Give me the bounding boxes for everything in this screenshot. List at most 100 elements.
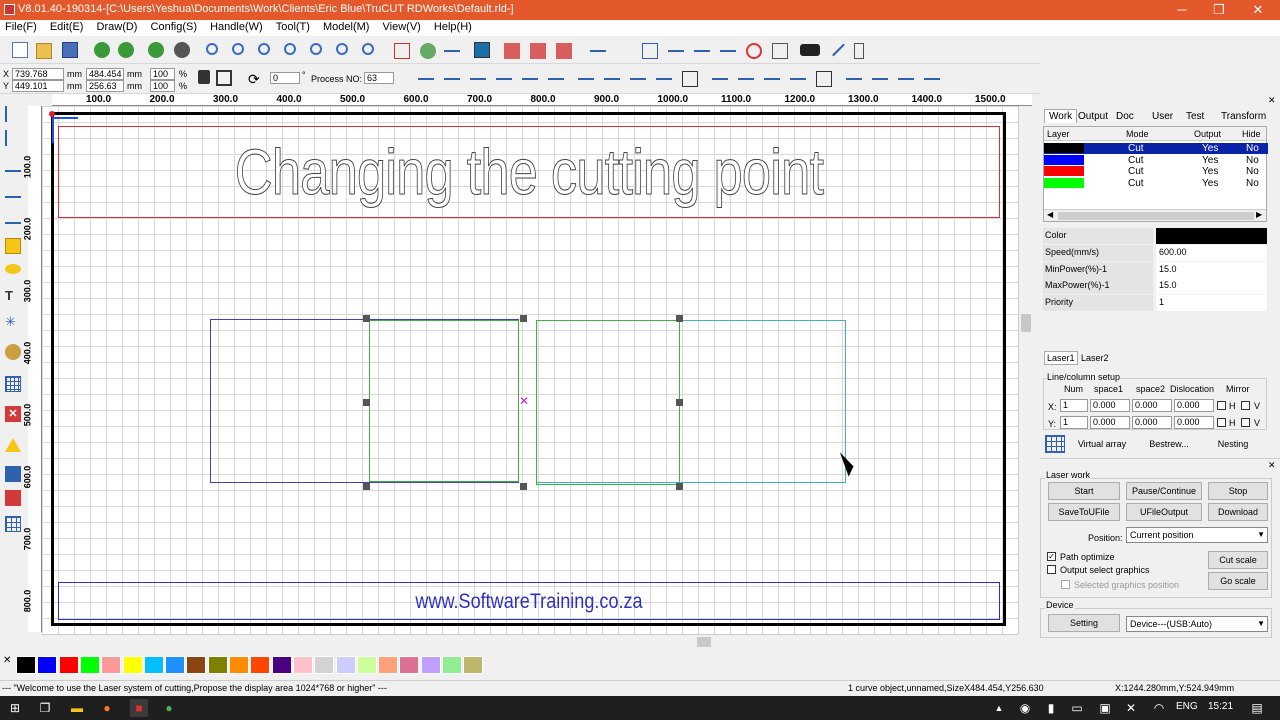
curve-smooth-icon[interactable]: [590, 43, 606, 52]
output-select-checkbox[interactable]: [1047, 565, 1056, 574]
zoom-in-icon[interactable]: [232, 43, 244, 55]
move-bottom-right-icon[interactable]: [764, 71, 780, 80]
menu-config[interactable]: Config(S): [146, 20, 202, 34]
property-value[interactable]: [1156, 228, 1267, 244]
x-space1-field[interactable]: 0.000: [1090, 399, 1130, 412]
align-right-icon[interactable]: [444, 71, 460, 80]
palette-swatch[interactable]: [442, 656, 462, 674]
device-select[interactable]: Device---(USB:Auto) ▼: [1126, 616, 1268, 632]
property-value[interactable]: 600.00: [1156, 244, 1267, 261]
tray-language[interactable]: ENG: [1176, 701, 1198, 712]
zoom-page-icon[interactable]: [310, 43, 322, 55]
download-button[interactable]: Download: [1208, 503, 1268, 521]
menu-tool[interactable]: Tool(T): [271, 20, 315, 34]
y-dislocation-field[interactable]: 0.000: [1174, 416, 1214, 429]
x-space2-field[interactable]: 0.000: [1132, 399, 1172, 412]
selection-handle[interactable]: [363, 483, 370, 490]
rectangle-tool-icon[interactable]: [642, 43, 658, 59]
palette-swatch[interactable]: [314, 656, 335, 674]
image-tool-icon[interactable]: [5, 344, 21, 360]
tray-clock[interactable]: 15:21: [1208, 701, 1233, 712]
panel-close-icon[interactable]: ✕: [1268, 95, 1276, 106]
monitor-icon[interactable]: [474, 42, 490, 58]
zoom-all-icon[interactable]: [362, 43, 374, 55]
chrome-icon[interactable]: ●: [160, 699, 178, 717]
delete-icon[interactable]: ✕: [5, 406, 21, 422]
zoom-fit-icon[interactable]: [284, 43, 296, 55]
scroll-right-icon[interactable]: ▶: [1256, 210, 1262, 219]
tab-doc[interactable]: Doc: [1116, 111, 1134, 122]
tray-volume-icon[interactable]: ✕: [1122, 699, 1140, 717]
lock-icon[interactable]: [198, 70, 210, 84]
layer-row[interactable]: Cut Yes No: [1044, 154, 1268, 166]
property-value[interactable]: 1: [1156, 295, 1267, 312]
layer-row[interactable]: Cut Yes No: [1044, 166, 1268, 177]
task-view-icon[interactable]: ❐: [36, 699, 54, 717]
rotate-icon[interactable]: ⟳: [248, 71, 260, 88]
tab-user[interactable]: User: [1152, 111, 1173, 122]
ufile-output-button[interactable]: UFileOutput: [1126, 503, 1202, 521]
palette-swatch[interactable]: [335, 656, 356, 674]
rotation-field[interactable]: 0: [270, 72, 300, 84]
go-scale-button[interactable]: Go scale: [1208, 572, 1268, 590]
firefox-icon[interactable]: ●: [98, 699, 116, 717]
new-file-icon[interactable]: [12, 42, 28, 58]
width-field[interactable]: 484.454: [86, 68, 124, 80]
path-optimize-checkbox[interactable]: ✓: [1047, 552, 1056, 561]
move-top-left-icon[interactable]: [712, 71, 728, 80]
mirror-h-icon[interactable]: [5, 438, 21, 452]
tray-wifi-icon[interactable]: ◠: [1150, 699, 1168, 717]
start-button[interactable]: Start: [1048, 482, 1120, 500]
setting-button[interactable]: Setting: [1048, 614, 1120, 632]
ellipse-icon[interactable]: [5, 264, 21, 274]
palette-swatch[interactable]: [271, 656, 292, 674]
process-number-field[interactable]: 63: [364, 72, 394, 84]
virtual-array-button[interactable]: Virtual array: [1072, 436, 1132, 454]
bestrew-button[interactable]: Bestrew...: [1140, 436, 1198, 454]
selection-handle[interactable]: [676, 483, 683, 490]
palette-close-icon[interactable]: ✕: [3, 655, 11, 666]
undo-icon[interactable]: [148, 42, 164, 58]
layer-mode-cell[interactable]: Cut: [1128, 143, 1144, 154]
menu-edit[interactable]: Edit(E): [45, 20, 89, 34]
palette-swatch[interactable]: [207, 656, 228, 674]
layer-output-cell[interactable]: Yes: [1202, 143, 1218, 154]
x-dislocation-field[interactable]: 0.000: [1174, 399, 1214, 412]
vertical-scrollbar[interactable]: [1018, 106, 1032, 634]
tray-usb-icon[interactable]: ▮: [1042, 699, 1060, 717]
layer-output-cell[interactable]: Yes: [1202, 166, 1218, 177]
layer-list-scroll-thumb[interactable]: [1058, 212, 1254, 220]
palette-swatch[interactable]: [229, 656, 249, 674]
save-icon[interactable]: [62, 42, 78, 58]
file-explorer-icon[interactable]: ▬: [68, 699, 86, 717]
layer-output-cell[interactable]: Yes: [1202, 178, 1218, 189]
horizontal-scroll-thumb[interactable]: [697, 637, 711, 647]
layer-output-cell[interactable]: Yes: [1202, 155, 1218, 166]
tab-output[interactable]: Output: [1078, 111, 1108, 122]
menu-handle[interactable]: Handle(W): [205, 20, 268, 34]
drawing-canvas[interactable]: Changing the cutting point www.SoftwareT…: [42, 106, 1018, 634]
select-tool-icon[interactable]: [5, 106, 21, 122]
layer-mode-cell[interactable]: Cut: [1128, 178, 1144, 189]
palette-swatch[interactable]: [37, 656, 58, 674]
action-center-icon[interactable]: ▤: [1248, 699, 1266, 717]
rdworks-icon[interactable]: ■: [130, 699, 148, 717]
point-tool-icon[interactable]: ✳: [5, 314, 21, 330]
tray-battery-icon[interactable]: ▭: [1068, 699, 1086, 717]
tray-up-arrow-icon[interactable]: ▲: [990, 699, 1008, 717]
selection-handle[interactable]: [363, 399, 370, 406]
combine-icon[interactable]: [556, 43, 572, 59]
align-bottom-icon[interactable]: [496, 71, 512, 80]
layer-hide-cell[interactable]: No: [1246, 155, 1259, 166]
green-rectangle-left[interactable]: [369, 320, 519, 482]
curve-tool-icon[interactable]: [5, 208, 21, 224]
pen-icon[interactable]: [827, 38, 845, 57]
layer-mode-cell[interactable]: Cut: [1128, 155, 1144, 166]
layer-hide-cell[interactable]: No: [1246, 178, 1259, 189]
y-mirror-h-checkbox[interactable]: [1217, 418, 1226, 427]
tab-laser1[interactable]: Laser1: [1044, 351, 1078, 365]
laser-panel-close-icon[interactable]: ✕: [1268, 460, 1276, 471]
selection-handle[interactable]: [363, 315, 370, 322]
break-icon[interactable]: [720, 43, 736, 52]
layer-mode-cell[interactable]: Cut: [1128, 166, 1144, 177]
